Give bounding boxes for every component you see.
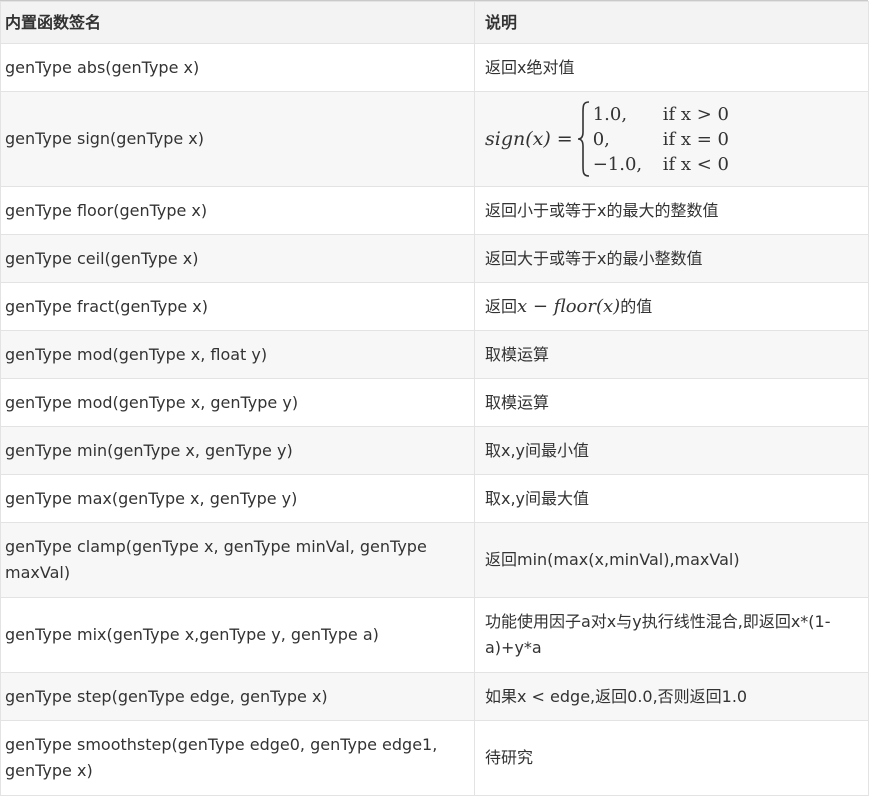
left-brace-icon (577, 100, 591, 178)
signature-cell: genType smoothstep(genType edge0, genTyp… (0, 720, 475, 796)
description-cell: 如果x < edge,返回0.0,否则返回1.0 (474, 672, 869, 721)
description-cell: 取模运算 (474, 330, 869, 379)
description-cell: 返回小于或等于x的最大的整数值 (474, 186, 869, 235)
table-row: genType floor(genType x) 返回小于或等于x的最大的整数值 (0, 186, 869, 235)
case-condition: if x = 0 (662, 128, 729, 150)
description-cell: 返回大于或等于x的最小整数值 (474, 234, 869, 283)
table-row: genType max(genType x, genType y) 取x,y间最… (0, 474, 869, 523)
table-row: genType mod(genType x, float y) 取模运算 (0, 330, 869, 379)
table-row: genType sign(genType x) sign(x) = 1.0, i… (0, 91, 869, 187)
description-cell: 待研究 (474, 720, 869, 796)
desc-prefix: 返回 (485, 296, 518, 316)
description-cell: sign(x) = 1.0, if x > 0 0, if x = 0 −1.0… (474, 91, 869, 187)
signature-cell: genType abs(genType x) (0, 43, 475, 92)
signature-cell: genType max(genType x, genType y) (0, 474, 475, 523)
table-row: genType fract(genType x) 返回x − floor(x)的… (0, 282, 869, 331)
case-condition: if x > 0 (662, 103, 729, 125)
formula-cases: 1.0, if x > 0 0, if x = 0 −1.0, if x < 0 (593, 102, 729, 177)
description-cell: 返回x绝对值 (474, 43, 869, 92)
signature-cell: genType min(genType x, genType y) (0, 426, 475, 475)
signature-cell: genType mod(genType x, float y) (0, 330, 475, 379)
formula-equals: = (556, 128, 573, 150)
signature-cell: genType step(genType edge, genType x) (0, 672, 475, 721)
builtin-functions-table-container: 内置函数签名 说明 genType abs(genType x) 返回x绝对值 … (0, 0, 869, 796)
table-row: genType step(genType edge, genType x) 如果… (0, 672, 869, 721)
description-cell: 取x,y间最大值 (474, 474, 869, 523)
formula-lhs: sign(x) (485, 128, 551, 150)
signature-cell: genType ceil(genType x) (0, 234, 475, 283)
sign-formula: sign(x) = 1.0, if x > 0 0, if x = 0 −1.0… (485, 100, 729, 178)
signature-cell: genType fract(genType x) (0, 282, 475, 331)
table-row: genType min(genType x, genType y) 取x,y间最… (0, 426, 869, 475)
table-row: genType smoothstep(genType edge0, genTyp… (0, 720, 869, 796)
description-cell: 取模运算 (474, 378, 869, 427)
desc-math: x − floor(x) (517, 295, 621, 317)
case-condition: if x < 0 (662, 153, 729, 175)
table-row: genType mod(genType x, genType y) 取模运算 (0, 378, 869, 427)
table-row: genType abs(genType x) 返回x绝对值 (0, 43, 869, 92)
table-row: genType mix(genType x,genType y, genType… (0, 597, 869, 673)
signature-cell: genType sign(genType x) (0, 91, 475, 187)
case-value: −1.0, (592, 153, 643, 175)
table-header-row: 内置函数签名 说明 (0, 1, 869, 44)
desc-suffix: 的值 (620, 296, 653, 316)
case-value: 0, (592, 128, 610, 150)
case-value: 1.0, (592, 103, 628, 125)
builtin-functions-table: 内置函数签名 说明 genType abs(genType x) 返回x绝对值 … (0, 1, 869, 796)
description-cell: 返回min(max(x,minVal),maxVal) (474, 522, 869, 598)
signature-cell: genType clamp(genType x, genType minVal,… (0, 522, 475, 598)
signature-cell: genType floor(genType x) (0, 186, 475, 235)
table-row: genType ceil(genType x) 返回大于或等于x的最小整数值 (0, 234, 869, 283)
description-cell: 功能使用因子a对x与y执行线性混合,即返回x*(1-a)+y*a (474, 597, 869, 673)
header-signature: 内置函数签名 (0, 1, 475, 44)
description-cell: 取x,y间最小值 (474, 426, 869, 475)
signature-cell: genType mod(genType x, genType y) (0, 378, 475, 427)
signature-cell: genType mix(genType x,genType y, genType… (0, 597, 475, 673)
table-row: genType clamp(genType x, genType minVal,… (0, 522, 869, 598)
description-cell: 返回x − floor(x)的值 (474, 282, 869, 331)
header-description: 说明 (474, 1, 869, 44)
